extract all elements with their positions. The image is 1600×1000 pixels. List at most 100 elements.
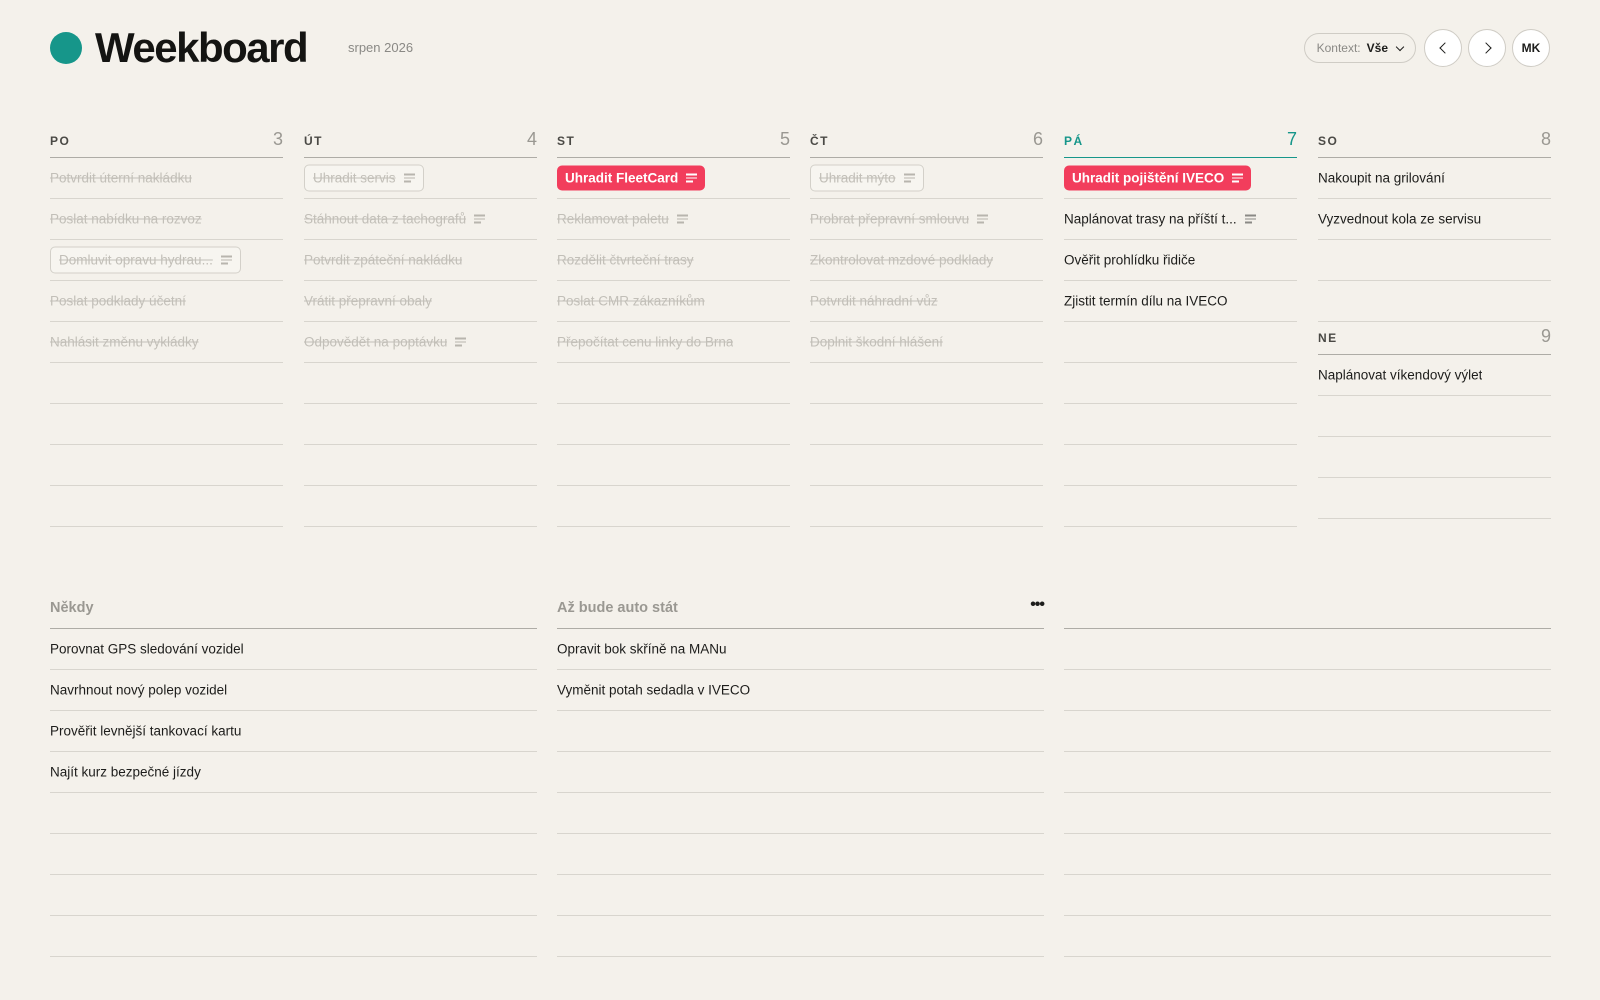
task-row[interactable] (50, 363, 283, 404)
list-row[interactable] (557, 711, 1044, 752)
task-row[interactable]: Poslat nabídku na rozvoz (50, 199, 283, 240)
list-row[interactable]: Navrhnout nový polep vozidel (50, 670, 537, 711)
task-row[interactable] (50, 445, 283, 486)
task-row[interactable] (810, 486, 1043, 527)
user-avatar[interactable]: MK (1512, 29, 1550, 67)
task-row[interactable]: Ověřit prohlídku řidiče (1064, 240, 1297, 281)
task-row[interactable]: Zjistit termín dílu na IVECO (1064, 281, 1297, 322)
task-row[interactable]: Vyzvednout kola ze servisu (1318, 199, 1551, 240)
task-row[interactable]: Uhradit servis (304, 158, 537, 199)
task-row[interactable] (304, 445, 537, 486)
task-item[interactable]: Přepočítat cenu linky do Brna (557, 335, 733, 350)
task-row[interactable] (304, 404, 537, 445)
list-row[interactable] (1064, 793, 1551, 834)
task-item[interactable]: Uhradit servis (304, 164, 424, 192)
task-row[interactable] (50, 404, 283, 445)
task-row[interactable]: Potvrdit zpáteční nakládku (304, 240, 537, 281)
task-row[interactable] (1064, 486, 1297, 527)
context-select[interactable]: Kontext: Vše (1303, 33, 1416, 63)
task-item[interactable]: Naplánovat trasy na příští t... (1064, 212, 1256, 227)
task-item[interactable]: Uhradit pojištění IVECO (1064, 165, 1252, 191)
more-options-icon[interactable]: ••• (1030, 596, 1045, 614)
task-row[interactable] (1318, 396, 1551, 437)
task-row[interactable] (1064, 445, 1297, 486)
task-item[interactable]: Uhradit FleetCard (557, 165, 706, 191)
task-row[interactable]: Uhradit FleetCard (557, 158, 790, 199)
task-row[interactable]: Naplánovat víkendový výlet (1318, 355, 1551, 396)
list-item[interactable]: Opravit bok skříně na MANu (557, 642, 727, 657)
task-item[interactable]: Poslat nabídku na rozvoz (50, 212, 202, 227)
list-row[interactable] (50, 834, 537, 875)
task-item[interactable]: Vrátit přepravní obaly (304, 294, 432, 309)
task-item[interactable]: Potvrdit zpáteční nakládku (304, 253, 462, 268)
list-item[interactable]: Navrhnout nový polep vozidel (50, 683, 227, 698)
task-item[interactable]: Nahlásit změnu vykládky (50, 335, 199, 350)
task-item[interactable]: Odpovědět na poptávku (304, 335, 467, 350)
task-item[interactable]: Rozdělit čtvrteční trasy (557, 253, 694, 268)
task-row[interactable] (1318, 281, 1551, 322)
task-row[interactable]: Probrat přepravní smlouvu (810, 199, 1043, 240)
task-row[interactable] (1318, 240, 1551, 281)
task-row[interactable]: Rozdělit čtvrteční trasy (557, 240, 790, 281)
task-item[interactable]: Poslat podklady účetní (50, 294, 186, 309)
task-row[interactable]: Potvrdit náhradní vůz (810, 281, 1043, 322)
task-item[interactable]: Stáhnout data z tachografů (304, 212, 486, 227)
task-item[interactable]: Doplnit škodní hlášení (810, 335, 943, 350)
task-item[interactable]: Vyzvednout kola ze servisu (1318, 212, 1481, 227)
task-item[interactable]: Nakoupit na grilování (1318, 171, 1445, 186)
list-row[interactable]: Opravit bok skříně na MANu (557, 629, 1044, 670)
task-row[interactable]: Potvrdit úterní nakládku (50, 158, 283, 199)
task-row[interactable] (1064, 404, 1297, 445)
task-row[interactable] (1318, 478, 1551, 519)
task-row[interactable] (557, 445, 790, 486)
task-row[interactable]: Reklamovat paletu (557, 199, 790, 240)
prev-week-button[interactable] (1424, 29, 1462, 67)
task-row[interactable]: Uhradit mýto (810, 158, 1043, 199)
task-row[interactable] (1318, 437, 1551, 478)
task-row[interactable]: Naplánovat trasy na příští t... (1064, 199, 1297, 240)
list-row[interactable] (1064, 670, 1551, 711)
task-row[interactable]: Nahlásit změnu vykládky (50, 322, 283, 363)
list-item[interactable]: Prověřit levnější tankovací kartu (50, 724, 241, 739)
list-item[interactable]: Porovnat GPS sledování vozidel (50, 642, 244, 657)
task-row[interactable]: Poslat podklady účetní (50, 281, 283, 322)
task-row[interactable]: Vrátit přepravní obaly (304, 281, 537, 322)
list-row[interactable] (557, 834, 1044, 875)
task-row[interactable] (810, 404, 1043, 445)
task-item[interactable]: Uhradit mýto (810, 164, 924, 192)
task-row[interactable]: Přepočítat cenu linky do Brna (557, 322, 790, 363)
list-row[interactable] (50, 916, 537, 957)
list-row[interactable]: Najít kurz bezpečné jízdy (50, 752, 537, 793)
task-row[interactable]: Stáhnout data z tachografů (304, 199, 537, 240)
task-row[interactable] (557, 404, 790, 445)
task-row[interactable] (557, 363, 790, 404)
task-row[interactable] (50, 486, 283, 527)
list-row[interactable] (1064, 711, 1551, 752)
task-item[interactable]: Potvrdit úterní nakládku (50, 171, 192, 186)
list-row[interactable] (557, 916, 1044, 957)
task-row[interactable]: Doplnit škodní hlášení (810, 322, 1043, 363)
task-row[interactable]: Uhradit pojištění IVECO (1064, 158, 1297, 199)
next-week-button[interactable] (1468, 29, 1506, 67)
list-row[interactable] (1064, 916, 1551, 957)
task-item[interactable]: Reklamovat paletu (557, 212, 688, 227)
task-row[interactable] (304, 363, 537, 404)
list-row[interactable]: Porovnat GPS sledování vozidel (50, 629, 537, 670)
list-row[interactable]: Vyměnit potah sedadla v IVECO (557, 670, 1044, 711)
list-row[interactable] (1064, 629, 1551, 670)
task-row[interactable] (810, 445, 1043, 486)
task-row[interactable] (304, 486, 537, 527)
task-item[interactable]: Zkontrolovat mzdové podklady (810, 253, 993, 268)
task-row[interactable] (1064, 363, 1297, 404)
task-row[interactable]: Zkontrolovat mzdové podklady (810, 240, 1043, 281)
task-item[interactable]: Domluvit opravu hydrau... (50, 246, 241, 274)
list-row[interactable] (50, 793, 537, 834)
list-row[interactable]: Prověřit levnější tankovací kartu (50, 711, 537, 752)
task-row[interactable] (810, 363, 1043, 404)
task-row[interactable]: Odpovědět na poptávku (304, 322, 537, 363)
list-item[interactable]: Vyměnit potah sedadla v IVECO (557, 683, 750, 698)
task-item[interactable]: Potvrdit náhradní vůz (810, 294, 938, 309)
task-row[interactable] (557, 486, 790, 527)
task-row[interactable]: Nakoupit na grilování (1318, 158, 1551, 199)
task-item[interactable]: Poslat CMR zákazníkům (557, 294, 705, 309)
